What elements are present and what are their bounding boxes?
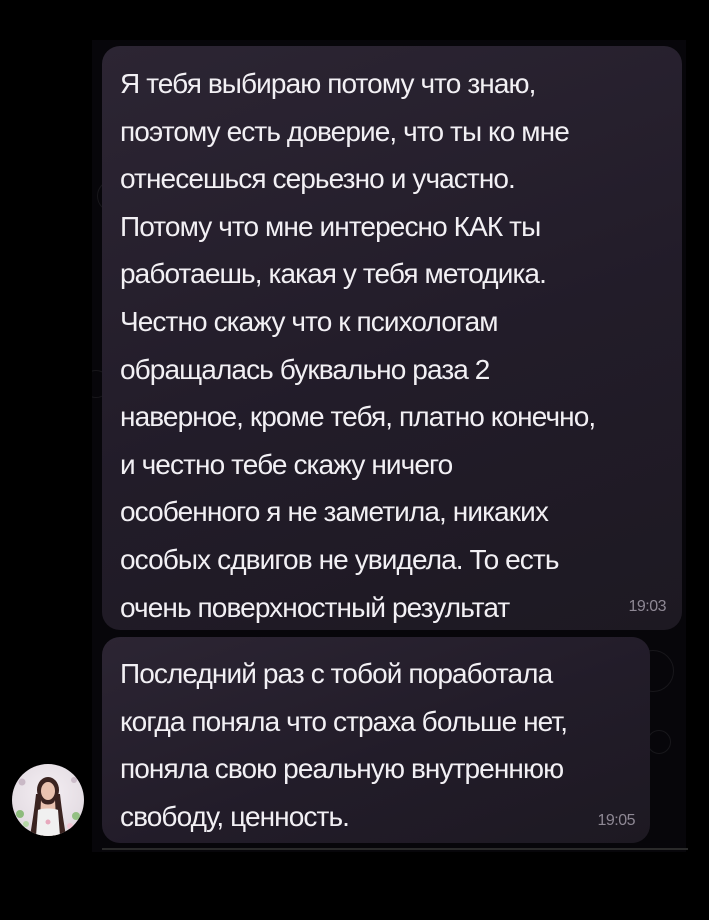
message-bubble[interactable]: Последний раз с тобой поработала когда п… <box>102 637 650 843</box>
sender-avatar[interactable] <box>12 764 84 836</box>
divider <box>102 848 688 850</box>
message-text: Последний раз с тобой поработала когда п… <box>120 658 568 832</box>
message-timestamp: 19:03 <box>628 598 666 615</box>
message-bubble[interactable]: Я тебя выбираю потому что знаю, поэтому … <box>102 46 682 630</box>
avatar-photo-icon <box>16 777 80 836</box>
background-doodle <box>647 730 671 754</box>
message-text: Я тебя выбираю потому что знаю, поэтому … <box>120 68 596 623</box>
message-timestamp: 19:05 <box>597 812 635 829</box>
